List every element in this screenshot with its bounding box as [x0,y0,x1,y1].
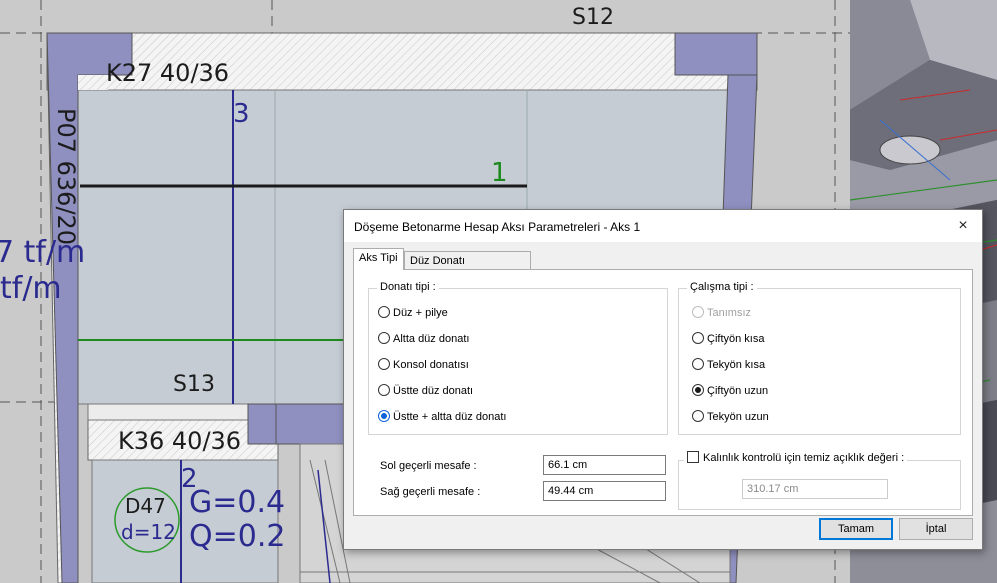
radio-ustte-duz-donati[interactable]: Üstte düz donatı [378,383,473,399]
calisma-tipi-label: Çalışma tipi : [687,281,757,293]
axis-1-label: 1 [491,158,508,188]
sag-gecerli-mesafe-label: Sağ geçerli mesafe : [380,486,481,498]
iptal-button[interactable]: İptal [899,518,973,540]
radio-tanimsiz: Tanımsız [692,305,751,321]
temiz-aciklik-input: 310.17 cm [742,479,888,499]
radio-circle [692,306,704,319]
dialog-title: Döşeme Betonarme Hesap Aksı Parametreler… [354,220,641,234]
radio-label: Tekyön uzun [707,411,769,423]
load-label-2: tf/m [0,271,62,306]
radio-label: Üstte + altta düz donatı [393,411,507,423]
tab-duz-donati-parametreleri[interactable]: Düz Donatı Parametreleri [404,251,531,285]
radio-konsol-donatisi[interactable]: Konsol donatısı [378,357,469,373]
radio-ciftyon-kisa[interactable]: Çiftyön kısa [692,331,764,347]
radio-label: Çiftyön uzun [707,385,769,397]
slab-thickness-label: d=12 [121,520,176,544]
radio-label: Üstte düz donatı [393,385,474,397]
aks-tipi-panel: Donatı tipi : Düz + pilye Altta düz dona… [353,269,973,516]
slab-axis-parameters-dialog: Döşeme Betonarme Hesap Aksı Parametreler… [343,209,983,550]
donati-tipi-label: Donatı tipi : [377,281,439,293]
radio-label: Tekyön kısa [707,359,766,371]
radio-circle [378,306,390,319]
radio-label: Konsol donatısı [393,359,469,371]
tab-aks-tipi[interactable]: Aks Tipi [353,248,404,270]
radio-circle [692,332,704,345]
live-load-label: Q=0.2 [189,519,286,554]
k27-beam-label: K27 40/36 [106,59,230,87]
radio-label: Çiftyön kısa [707,333,765,345]
k36-beam-label: K36 40/36 [118,427,242,455]
slab-d47-label: D47 [125,494,166,518]
dead-load-label: G=0.4 [189,485,286,520]
sag-gecerli-mesafe-input[interactable]: 49.44 cm [543,481,666,501]
s12-label: S12 [572,5,614,30]
kalinlik-kontrolu-checkbox[interactable]: Kalınlık kontrolü için temiz açıklık değ… [684,451,908,465]
kalinlik-kontrolu-group: Kalınlık kontrolü için temiz açıklık değ… [678,451,961,510]
checkbox-label: Kalınlık kontrolü için temiz açıklık değ… [703,452,905,464]
radio-duz-pilye[interactable]: Düz + pilye [378,305,448,321]
axis-3-label: 3 [233,99,250,129]
tamam-button[interactable]: Tamam [819,518,893,540]
radio-circle-selected [692,384,704,397]
load-label-1: 7 tf/m [0,235,86,270]
radio-circle [378,358,390,371]
radio-label: Düz + pilye [393,307,448,319]
s13-label: S13 [173,372,215,397]
radio-altta-duz-donati[interactable]: Altta düz donatı [378,331,469,347]
radio-label: Altta düz donatı [393,333,470,345]
checkbox-box [687,451,699,464]
radio-label: Tanımsız [707,307,752,319]
close-icon[interactable]: × [952,216,974,236]
radio-circle [692,358,704,371]
radio-circle [378,332,390,345]
radio-circle [692,410,704,423]
radio-circle-selected [378,410,390,423]
p07-column-label: P07 636/20 [52,108,80,246]
donati-tipi-group: Donatı tipi : Düz + pilye Altta düz dona… [368,281,668,435]
radio-tekyon-kisa[interactable]: Tekyön kısa [692,357,765,373]
radio-ciftyon-uzun[interactable]: Çiftyön uzun [692,383,768,399]
radio-tekyon-uzun[interactable]: Tekyön uzun [692,409,769,425]
dialog-titlebar[interactable]: Döşeme Betonarme Hesap Aksı Parametreler… [344,210,982,242]
sol-gecerli-mesafe-label: Sol geçerli mesafe : [380,460,477,472]
sol-gecerli-mesafe-input[interactable]: 66.1 cm [543,455,666,475]
calisma-tipi-group: Çalışma tipi : Tanımsız Çiftyön kısa Tek… [678,281,961,435]
radio-circle [378,384,390,397]
radio-ustte-altta-duz-donati[interactable]: Üstte + altta düz donatı [378,409,506,425]
